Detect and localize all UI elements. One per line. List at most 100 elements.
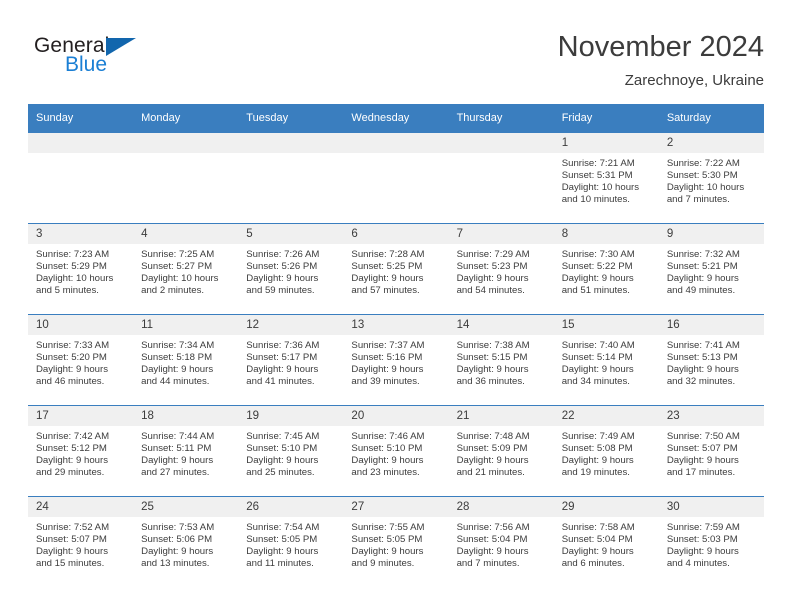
day-number [343,133,449,153]
daylight-line-1: Daylight: 9 hours [456,273,529,285]
calendar-day-cell[interactable]: 28 Sunrise: 7:56 AM Sunset: 5:04 PM Dayligh… [448,496,554,587]
day-sun-info: Sunrise: 7:45 AM Sunset: 5:10 PM Daylight:… [238,426,343,479]
brand-logo[interactable]: General Blue [34,34,174,90]
day-number: 13 [343,315,449,335]
calendar-day-cell[interactable]: 24 Sunrise: 7:52 AM Sunset: 5:07 PM Dayligh… [28,496,134,587]
calendar-day-cell[interactable]: 1 Sunrise: 7:21 AM Sunset: 5:31 PM Daylight… [553,132,659,224]
calendar-header-row: Sunday Monday Tuesday Wednesday Thursday… [28,104,764,133]
sunrise-time: Sunrise: 7:56 AM [456,522,530,533]
calendar-day-cell[interactable]: 19 Sunrise: 7:45 AM Sunset: 5:10 PM Dayligh… [238,405,344,497]
daylight-line-2: and 36 minutes. [456,376,525,388]
calendar-day-cell[interactable]: 14 Sunrise: 7:38 AM Sunset: 5:15 PM Dayligh… [448,314,554,406]
day-number [28,133,134,153]
calendar-day-cell[interactable]: 11 Sunrise: 7:34 AM Sunset: 5:18 PM Dayligh… [133,314,239,406]
calendar-day-cell[interactable]: 27 Sunrise: 7:55 AM Sunset: 5:05 PM Dayligh… [343,496,449,587]
daylight-line-2: and 7 minutes. [456,558,520,570]
calendar-day-cell[interactable]: 23 Sunrise: 7:50 AM Sunset: 5:07 PM Dayligh… [658,405,764,497]
calendar-day-cell[interactable]: 12 Sunrise: 7:36 AM Sunset: 5:17 PM Dayligh… [238,314,344,406]
calendar-day-cell[interactable]: 26 Sunrise: 7:54 AM Sunset: 5:05 PM Dayligh… [238,496,344,587]
calendar-day-cell[interactable]: 9 Sunrise: 7:32 AM Sunset: 5:21 PM Daylight… [658,223,764,315]
day-sun-info: Sunrise: 7:29 AM Sunset: 5:23 PM Daylight:… [449,244,554,297]
daylight-line-1: Daylight: 9 hours [456,364,529,376]
daylight-line-1: Daylight: 9 hours [666,273,739,285]
calendar-day-cell[interactable] [238,132,344,224]
calendar-day-cell[interactable]: 13 Sunrise: 7:37 AM Sunset: 5:16 PM Dayligh… [343,314,449,406]
calendar-day-cell[interactable]: 3 Sunrise: 7:23 AM Sunset: 5:29 PM Daylight… [28,223,134,315]
day-number: 18 [133,406,239,426]
sunset-time: Sunset: 5:05 PM [351,534,423,546]
page-title: November 2024 [557,31,764,63]
day-sun-info: Sunrise: 7:56 AM Sunset: 5:04 PM Daylight:… [449,517,554,570]
calendar-day-cell[interactable]: 4 Sunrise: 7:25 AM Sunset: 5:27 PM Daylight… [133,223,239,315]
calendar-day-cell[interactable]: 8 Sunrise: 7:30 AM Sunset: 5:22 PM Daylight… [553,223,659,315]
day-sun-info: Sunrise: 7:28 AM Sunset: 5:25 PM Daylight:… [343,244,448,297]
daylight-line-2: and 15 minutes. [36,558,105,570]
sunset-time: Sunset: 5:30 PM [666,170,738,182]
calendar-day-cell[interactable]: 22 Sunrise: 7:49 AM Sunset: 5:08 PM Dayligh… [553,405,659,497]
daylight-line-1: Daylight: 9 hours [246,546,319,558]
day-cell-content: 18 Sunrise: 7:44 AM Sunset: 5:11 PM Dayligh… [133,406,239,496]
day-sun-info: Sunrise: 7:33 AM Sunset: 5:20 PM Daylight:… [28,335,133,388]
day-sun-info: Sunrise: 7:55 AM Sunset: 5:05 PM Daylight:… [343,517,448,570]
sunrise-time: Sunrise: 7:28 AM [351,249,425,260]
daylight-line-1: Daylight: 9 hours [36,455,108,467]
day-number: 4 [133,224,239,244]
calendar-day-cell[interactable] [133,132,239,224]
calendar-day-cell[interactable] [28,132,134,224]
daylight-line-1: Daylight: 9 hours [246,455,319,467]
sunset-time: Sunset: 5:03 PM [666,534,738,546]
calendar-day-cell[interactable]: 7 Sunrise: 7:29 AM Sunset: 5:23 PM Daylight… [448,223,554,315]
calendar-day-cell[interactable]: 16 Sunrise: 7:41 AM Sunset: 5:13 PM Dayligh… [658,314,764,406]
day-number: 22 [553,406,659,426]
calendar-day-cell[interactable]: 21 Sunrise: 7:48 AM Sunset: 5:09 PM Dayligh… [448,405,554,497]
calendar-day-cell[interactable] [448,132,554,224]
day-number: 16 [658,315,764,335]
calendar-day-cell[interactable]: 25 Sunrise: 7:53 AM Sunset: 5:06 PM Dayligh… [133,496,239,587]
calendar-day-cell[interactable]: 2 Sunrise: 7:22 AM Sunset: 5:30 PM Daylight… [658,132,764,224]
day-cell-content: 11 Sunrise: 7:34 AM Sunset: 5:18 PM Dayligh… [133,315,239,405]
calendar-day-cell[interactable]: 17 Sunrise: 7:42 AM Sunset: 5:12 PM Dayligh… [28,405,134,497]
daylight-line-2: and 9 minutes. [351,558,415,570]
calendar-body: 1 Sunrise: 7:21 AM Sunset: 5:31 PM Daylight… [28,132,764,587]
day-cell-content: 13 Sunrise: 7:37 AM Sunset: 5:16 PM Dayligh… [343,315,449,405]
sunset-time: Sunset: 5:15 PM [456,352,528,364]
calendar-day-cell[interactable]: 10 Sunrise: 7:33 AM Sunset: 5:20 PM Dayligh… [28,314,134,406]
sunrise-time: Sunrise: 7:33 AM [36,340,110,351]
day-cell-content: 29 Sunrise: 7:58 AM Sunset: 5:04 PM Dayligh… [553,497,659,587]
daylight-line-1: Daylight: 10 hours [666,182,745,194]
calendar-day-cell[interactable]: 15 Sunrise: 7:40 AM Sunset: 5:14 PM Dayligh… [553,314,659,406]
day-number: 6 [343,224,449,244]
sunset-time: Sunset: 5:31 PM [561,170,633,182]
sunrise-time: Sunrise: 7:23 AM [36,249,110,260]
day-cell-content: 23 Sunrise: 7:50 AM Sunset: 5:07 PM Dayligh… [658,406,764,496]
daylight-line-1: Daylight: 9 hours [246,273,319,285]
daylight-line-2: and 2 minutes. [141,285,205,297]
calendar-day-cell[interactable]: 6 Sunrise: 7:28 AM Sunset: 5:25 PM Daylight… [343,223,449,315]
sunrise-time: Sunrise: 7:22 AM [666,158,740,169]
daylight-line-2: and 29 minutes. [36,467,105,479]
calendar-day-cell[interactable]: 18 Sunrise: 7:44 AM Sunset: 5:11 PM Dayligh… [133,405,239,497]
day-number: 29 [553,497,659,517]
day-sun-info: Sunrise: 7:36 AM Sunset: 5:17 PM Daylight:… [238,335,343,388]
daylight-line-2: and 41 minutes. [246,376,315,388]
calendar-day-cell[interactable] [343,132,449,224]
day-number [133,133,239,153]
sunset-time: Sunset: 5:04 PM [456,534,528,546]
calendar-day-cell[interactable]: 30 Sunrise: 7:59 AM Sunset: 5:03 PM Dayligh… [658,496,764,587]
day-number: 9 [658,224,764,244]
calendar-day-cell[interactable]: 5 Sunrise: 7:26 AM Sunset: 5:26 PM Daylight… [238,223,344,315]
calendar-day-cell[interactable]: 29 Sunrise: 7:58 AM Sunset: 5:04 PM Dayligh… [553,496,659,587]
day-sun-info: Sunrise: 7:41 AM Sunset: 5:13 PM Daylight:… [659,335,764,388]
sunset-time: Sunset: 5:14 PM [561,352,633,364]
day-sun-info: Sunrise: 7:52 AM Sunset: 5:07 PM Daylight:… [28,517,133,570]
calendar-day-cell[interactable]: 20 Sunrise: 7:46 AM Sunset: 5:10 PM Dayligh… [343,405,449,497]
daylight-line-1: Daylight: 9 hours [36,364,108,376]
sunset-time: Sunset: 5:06 PM [141,534,213,546]
day-cell-content: 21 Sunrise: 7:48 AM Sunset: 5:09 PM Dayligh… [448,406,554,496]
sunset-time: Sunset: 5:21 PM [666,261,738,273]
daylight-line-2: and 17 minutes. [666,467,736,479]
sunset-time: Sunset: 5:27 PM [141,261,213,273]
daylight-line-2: and 49 minutes. [666,285,736,297]
sunrise-time: Sunrise: 7:48 AM [456,431,530,442]
day-number: 12 [238,315,344,335]
